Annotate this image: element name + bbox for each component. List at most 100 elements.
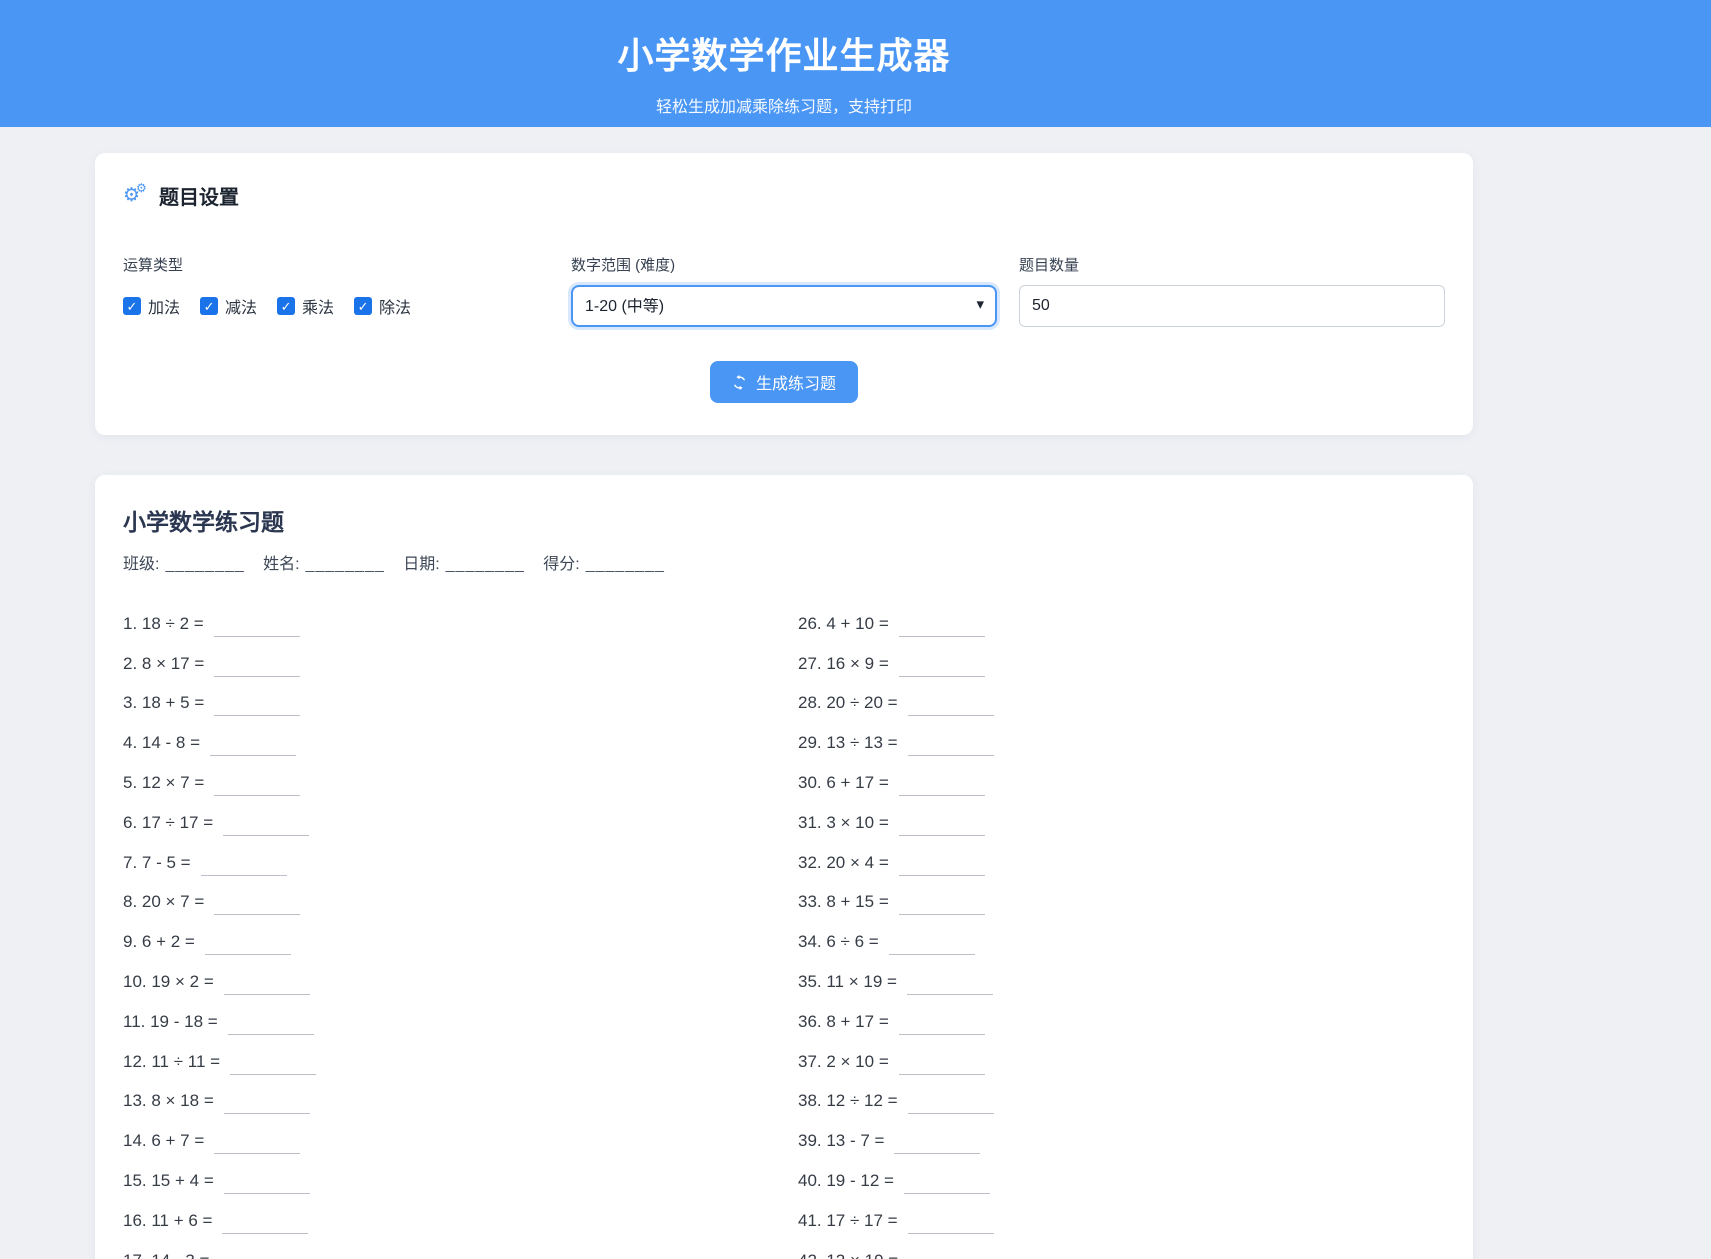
checkbox-checked-icon[interactable]: ✓: [200, 297, 218, 315]
meta-field-label: 得分:: [543, 556, 579, 573]
problem-row: 11. 19 - 18 =: [123, 1002, 770, 1042]
question-count-input[interactable]: [1019, 285, 1445, 327]
problem-row: 13. 8 × 18 =: [123, 1082, 770, 1122]
problem-row: 31. 3 × 10 =: [798, 803, 1445, 843]
operations-checkbox-group: ✓ 加法 ✓ 减法 ✓ 乘法: [123, 285, 549, 327]
answer-blank: [224, 979, 310, 995]
operation-label: 减法: [225, 294, 257, 318]
problem-row: 1. 18 ÷ 2 =: [123, 604, 770, 644]
worksheet-meta-line: 班级:________ 姓名:________ 日期: ________ 得分: _…: [123, 550, 1445, 574]
difficulty-select[interactable]: 1-20 (中等): [571, 285, 997, 327]
operation-label: 除法: [379, 294, 411, 318]
problem-row: 32. 20 × 4 =: [798, 843, 1445, 883]
range-label: 数字范围 (难度): [571, 254, 997, 275]
problem-row: 14. 6 + 7 =: [123, 1121, 770, 1161]
checkbox-checked-icon[interactable]: ✓: [123, 297, 141, 315]
operation-checkbox-item[interactable]: ✓ 乘法: [277, 294, 334, 318]
answer-blank: [894, 1138, 980, 1154]
answer-blank: [224, 1098, 310, 1114]
gear-small-icon: ⚙: [136, 182, 147, 194]
answer-blank: [214, 661, 300, 677]
check-icon: ✓: [204, 300, 215, 313]
answer-blank: [214, 700, 300, 716]
operation-checkbox-item[interactable]: ✓ 除法: [354, 294, 411, 318]
problem-row: 38. 12 ÷ 12 =: [798, 1082, 1445, 1122]
answer-blank: [214, 780, 300, 796]
operations-label: 运算类型: [123, 254, 549, 275]
problem-expression: 33. 8 + 15 =: [798, 892, 889, 912]
generate-button[interactable]: 生成练习题: [710, 361, 858, 403]
problem-row: 34. 6 ÷ 6 =: [798, 922, 1445, 962]
problem-row: 12. 11 ÷ 11 =: [123, 1042, 770, 1082]
problem-expression: 26. 4 + 10 =: [798, 614, 889, 634]
answer-blank: [908, 700, 994, 716]
problem-expression: 42. 12 × 19 =: [798, 1251, 898, 1259]
app-header: 小学数学作业生成器 轻松生成加减乘除练习题，支持打印: [0, 0, 1711, 127]
problems-grid: 1. 18 ÷ 2 = 2. 8 × 17 = 3. 18 + 5 =: [123, 604, 1445, 1259]
problem-row: 7. 7 - 5 =: [123, 843, 770, 883]
problem-expression: 9. 6 + 2 =: [123, 932, 195, 952]
problem-expression: 6. 17 ÷ 17 =: [123, 813, 213, 833]
operations-field: 运算类型 ✓ 加法 ✓ 减法: [123, 254, 549, 327]
problem-row: 16. 11 + 6 =: [123, 1201, 770, 1241]
meta-field: 姓名:________: [263, 556, 385, 573]
generate-button-label: 生成练习题: [756, 370, 836, 394]
answer-blank: [908, 1218, 994, 1234]
problem-expression: 8. 20 × 7 =: [123, 892, 204, 912]
problem-expression: 34. 6 ÷ 6 =: [798, 932, 879, 952]
problem-row: 15. 15 + 4 =: [123, 1161, 770, 1201]
answer-blank: [223, 820, 309, 836]
problem-expression: 15. 15 + 4 =: [123, 1171, 214, 1191]
problem-row: 41. 17 ÷ 17 =: [798, 1201, 1445, 1241]
answer-blank: [907, 979, 993, 995]
answer-blank: [224, 1178, 310, 1194]
answer-blank: [230, 1059, 316, 1075]
answer-blank: [889, 939, 975, 955]
problem-expression: 41. 17 ÷ 17 =: [798, 1211, 898, 1231]
refresh-icon: [732, 375, 747, 390]
problem-row: 37. 2 × 10 =: [798, 1042, 1445, 1082]
problem-expression: 32. 20 × 4 =: [798, 853, 889, 873]
checkbox-checked-icon[interactable]: ✓: [277, 297, 295, 315]
page-subtitle: 轻松生成加减乘除练习题，支持打印: [95, 93, 1473, 117]
problem-expression: 4. 14 - 8 =: [123, 733, 200, 753]
problems-column-left: 1. 18 ÷ 2 = 2. 8 × 17 = 3. 18 + 5 =: [123, 604, 770, 1259]
problem-expression: 27. 16 × 9 =: [798, 654, 889, 674]
problem-row: 40. 19 - 12 =: [798, 1161, 1445, 1201]
problem-row: 33. 8 + 15 =: [798, 883, 1445, 923]
settings-section-title: ⚙ ⚙ 题目设置: [123, 181, 1445, 210]
answer-blank: [899, 899, 985, 915]
operation-checkbox-item[interactable]: ✓ 减法: [200, 294, 257, 318]
problem-row: 29. 13 ÷ 13 =: [798, 723, 1445, 763]
problem-expression: 12. 11 ÷ 11 =: [123, 1052, 220, 1072]
meta-field: 班级:________: [123, 556, 245, 573]
answer-blank: [214, 1138, 300, 1154]
answer-blank: [899, 820, 985, 836]
problem-row: 4. 14 - 8 =: [123, 723, 770, 763]
problem-row: 36. 8 + 17 =: [798, 1002, 1445, 1042]
count-field: 题目数量: [1019, 254, 1445, 327]
problem-expression: 2. 8 × 17 =: [123, 654, 204, 674]
problem-row: 30. 6 + 17 =: [798, 763, 1445, 803]
problem-expression: 5. 12 × 7 =: [123, 773, 204, 793]
problem-row: 26. 4 + 10 =: [798, 604, 1445, 644]
meta-field-label: 日期:: [403, 556, 439, 573]
problem-expression: 3. 18 + 5 =: [123, 693, 204, 713]
problem-expression: 16. 11 + 6 =: [123, 1211, 212, 1231]
problem-row: 2. 8 × 17 =: [123, 644, 770, 684]
checkbox-checked-icon[interactable]: ✓: [354, 297, 372, 315]
operation-label: 乘法: [302, 294, 334, 318]
meta-field-blank: ________: [446, 556, 525, 573]
page-title: 小学数学作业生成器: [95, 27, 1473, 79]
problem-expression: 13. 8 × 18 =: [123, 1091, 214, 1111]
check-icon: ✓: [127, 300, 138, 313]
answer-blank: [201, 860, 287, 876]
meta-field: 日期: ________: [403, 556, 525, 573]
meta-field-blank: ________: [165, 556, 244, 573]
operation-checkbox-item[interactable]: ✓ 加法: [123, 294, 180, 318]
answer-blank: [899, 1019, 985, 1035]
problem-row: 3. 18 + 5 =: [123, 684, 770, 724]
check-icon: ✓: [358, 300, 369, 313]
problem-expression: 35. 11 × 19 =: [798, 972, 897, 992]
problem-expression: 1. 18 ÷ 2 =: [123, 614, 204, 634]
